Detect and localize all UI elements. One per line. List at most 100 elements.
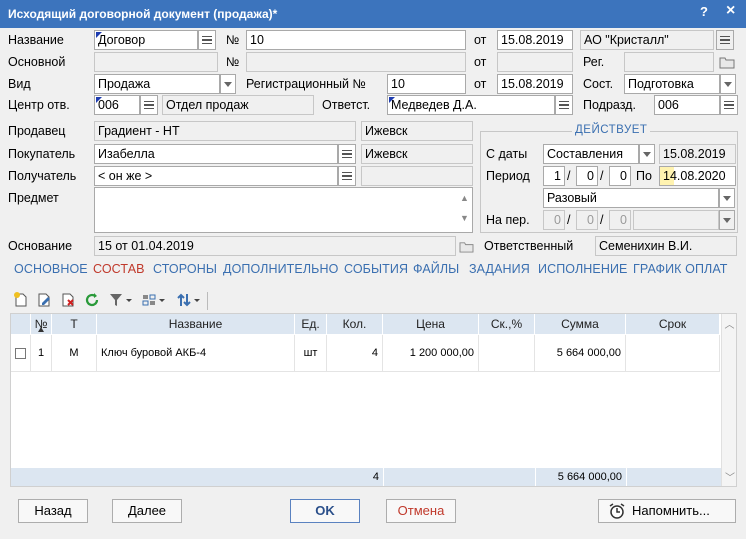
new-document-icon[interactable]: [12, 290, 30, 310]
next-button[interactable]: Далее: [112, 499, 182, 523]
dept-field[interactable]: 006: [654, 95, 720, 115]
row-checkbox[interactable]: [11, 335, 31, 371]
kind-select[interactable]: Продажа: [94, 74, 220, 94]
delete-document-icon[interactable]: [59, 290, 77, 310]
period-label: Период: [486, 169, 530, 183]
basis-folder-icon[interactable]: [457, 237, 475, 255]
folder-icon[interactable]: [718, 53, 736, 71]
subject-scrollbar[interactable]: ▲ ▼: [457, 188, 472, 232]
tab-faily[interactable]: ФАЙЛЫ: [413, 262, 459, 276]
number-field[interactable]: 10: [246, 30, 466, 50]
cell-unit: шт: [295, 335, 327, 371]
tab-ispolnenie[interactable]: ИСПОЛНЕНИЕ: [538, 262, 628, 276]
tab-storony[interactable]: СТОРОНЫ: [153, 262, 217, 276]
resp-menu-button[interactable]: [555, 95, 573, 115]
dept-menu-button[interactable]: [720, 95, 738, 115]
col-unit[interactable]: Ед.: [295, 314, 327, 334]
tab-dopolnitelno[interactable]: ДОПОЛНИТЕЛЬНО: [223, 262, 338, 276]
period-slash-2: /: [600, 169, 604, 183]
kind-validity-select[interactable]: Разовый: [543, 188, 719, 208]
tab-zadaniya[interactable]: ЗАДАНИЯ: [469, 262, 530, 276]
buyer-field[interactable]: Изабелла: [94, 144, 338, 164]
regnum-field[interactable]: 10: [387, 74, 466, 94]
kind-validity-dropdown-icon[interactable]: [719, 188, 735, 208]
close-button[interactable]: ×: [726, 2, 735, 20]
cancel-button[interactable]: Отмена: [386, 499, 456, 523]
from-date-field: 15.08.2019: [659, 144, 736, 164]
basis-field: 15 от 01.04.2019: [94, 236, 456, 256]
buyer-menu-button[interactable]: [338, 144, 356, 164]
filter-icon[interactable]: [107, 290, 135, 310]
from-mode-select[interactable]: Составления: [543, 144, 639, 164]
basic-date-field: [497, 52, 573, 72]
from-mode-dropdown-icon[interactable]: [639, 144, 655, 164]
tab-sostav[interactable]: СОСТАВ: [93, 262, 145, 276]
per-years: 0: [543, 210, 565, 230]
col-price[interactable]: Цена: [383, 314, 479, 334]
per-slash-1: /: [567, 213, 571, 227]
cell-sum: 5 664 000,00: [535, 335, 626, 371]
state-select[interactable]: Подготовка: [624, 74, 720, 94]
grouping-icon[interactable]: [141, 290, 169, 310]
subject-textarea[interactable]: [94, 187, 473, 233]
organization-menu-button[interactable]: [716, 30, 734, 50]
number-label: №: [226, 33, 240, 47]
name-field[interactable]: Договор: [94, 30, 198, 50]
edit-document-icon[interactable]: [35, 290, 53, 310]
per-slash-2: /: [600, 213, 604, 227]
subject-label: Предмет: [8, 191, 59, 205]
footer-qty: 4: [11, 468, 383, 486]
per-label: На пер.: [486, 213, 530, 227]
help-button[interactable]: ?: [700, 4, 708, 19]
col-sum[interactable]: Сумма: [535, 314, 626, 334]
reg-field: [624, 52, 714, 72]
basic-field: [94, 52, 218, 72]
state-label: Сост.: [583, 77, 614, 91]
col-discount[interactable]: Ск.,%: [479, 314, 535, 334]
buyer-label: Покупатель: [8, 147, 76, 161]
to-date-field[interactable]: 14.08.2020: [659, 166, 736, 186]
col-term[interactable]: Срок: [626, 314, 720, 334]
cell-price: 1 200 000,00: [383, 335, 479, 371]
period-months[interactable]: 0: [576, 166, 598, 186]
sort-icon[interactable]: [175, 290, 203, 310]
cell-name: Ключ буровой АКБ-4: [97, 335, 295, 371]
col-qty[interactable]: Кол.: [327, 314, 383, 334]
center-menu-button[interactable]: [140, 95, 158, 115]
regdate-field[interactable]: 15.08.2019: [497, 74, 573, 94]
state-dropdown-icon[interactable]: [720, 74, 736, 94]
regnum-label: Регистрационный №: [246, 77, 366, 91]
organization-field: АО "Кристалл": [580, 30, 714, 50]
per-months: 0: [576, 210, 598, 230]
tab-sobytiya[interactable]: СОБЫТИЯ: [344, 262, 408, 276]
col-select: [11, 314, 31, 334]
sort-asc-icon: [38, 327, 44, 332]
back-button[interactable]: Назад: [18, 499, 88, 523]
cell-num: 1: [31, 335, 52, 371]
remind-label: Напомнить...: [632, 503, 710, 518]
period-years[interactable]: 1: [543, 166, 565, 186]
grid-scrollbar[interactable]: ︿ ﹀: [721, 314, 736, 486]
responsible-field: Семенихин В.И.: [595, 236, 737, 256]
regdate-label: от: [474, 77, 487, 91]
tab-grafik-oplat[interactable]: ГРАФИК ОПЛАТ: [633, 262, 728, 276]
resp-field[interactable]: Медведев Д.А.: [387, 95, 555, 115]
name-menu-button[interactable]: [198, 30, 216, 50]
cell-qty: 4: [327, 335, 383, 371]
from-date-label: С даты: [486, 147, 528, 161]
items-table: № Т Название Ед. Кол. Цена Ск.,% Сумма С…: [10, 313, 737, 487]
period-days[interactable]: 0: [609, 166, 631, 186]
period-slash-1: /: [567, 169, 571, 183]
ok-button[interactable]: OK: [290, 499, 360, 523]
recipient-menu-button[interactable]: [338, 166, 356, 186]
date-label: от: [474, 33, 487, 47]
refresh-icon[interactable]: [83, 290, 101, 310]
col-name[interactable]: Название: [97, 314, 295, 334]
col-type[interactable]: Т: [52, 314, 97, 334]
basis-label: Основание: [8, 239, 73, 253]
kind-dropdown-icon[interactable]: [220, 74, 236, 94]
recipient-field[interactable]: < он же >: [94, 166, 338, 186]
center-code-field[interactable]: 006: [94, 95, 140, 115]
tab-osnovnoe[interactable]: ОСНОВНОЕ: [14, 262, 88, 276]
date-field[interactable]: 15.08.2019: [497, 30, 573, 50]
